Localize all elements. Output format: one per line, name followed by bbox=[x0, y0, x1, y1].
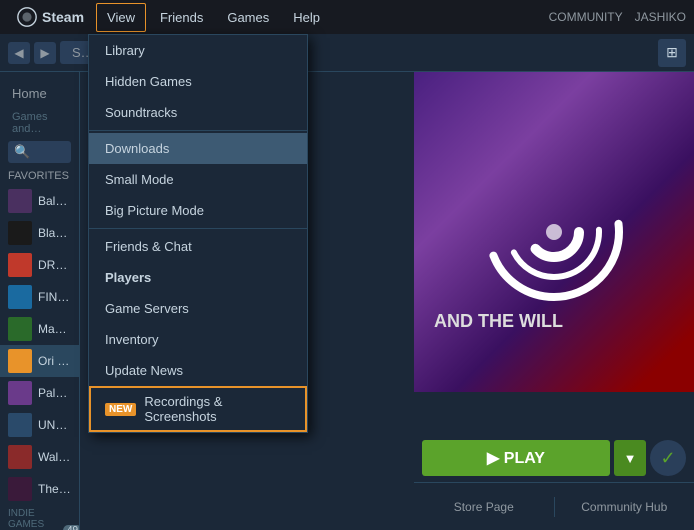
play-area: ▶ PLAY ▼ ✓ bbox=[414, 434, 694, 482]
nav-arrows: ◀ ▶ bbox=[8, 42, 56, 64]
sidebar-item-drag[interactable]: DRAG… bbox=[0, 249, 79, 281]
menu-divider-1 bbox=[89, 130, 307, 131]
community-hub-link[interactable]: Community Hub bbox=[555, 494, 694, 520]
menu-library[interactable]: Library bbox=[89, 35, 307, 66]
indie-count-badge: 49 bbox=[63, 525, 80, 530]
sidebar-category-favorites: FAVORITES bbox=[0, 167, 79, 185]
sidebar-item-label: Palw… bbox=[38, 386, 71, 400]
menu-recordings-screenshots[interactable]: NEW Recordings & Screenshots bbox=[89, 386, 307, 432]
menu-inventory[interactable]: Inventory bbox=[89, 324, 307, 355]
menu-update-news[interactable]: Update News bbox=[89, 355, 307, 386]
username-link[interactable]: JASHIKO bbox=[635, 10, 686, 24]
nav-games[interactable]: Games bbox=[217, 4, 279, 31]
menu-soundtracks[interactable]: Soundtracks bbox=[89, 97, 307, 128]
back-button[interactable]: ◀ bbox=[8, 42, 30, 64]
sidebar-item-label: Ori a… bbox=[38, 354, 71, 368]
sidebar-search-box[interactable]: 🔍 bbox=[8, 141, 71, 163]
sidebar-item-icon bbox=[8, 413, 32, 437]
sidebar-item-icon bbox=[8, 285, 32, 309]
sidebar-item-label: FINAL… bbox=[38, 290, 71, 304]
steam-label: Steam bbox=[42, 9, 84, 25]
sidebar-item-black[interactable]: Black… bbox=[0, 217, 79, 249]
store-page-link[interactable]: Store Page bbox=[414, 494, 554, 520]
sidebar-item-palw[interactable]: Palw… bbox=[0, 377, 79, 409]
sidebar-item-label: DRAG… bbox=[38, 258, 71, 272]
sidebar-item-ori[interactable]: Ori a… bbox=[0, 345, 79, 377]
indie-section: INDIE GAMES (LAPTOP SUITABLE) 49 bbox=[0, 505, 79, 530]
sidebar-item-label: Manc… bbox=[38, 322, 71, 336]
sidebar-item-unc[interactable]: UNC… bbox=[0, 409, 79, 441]
sidebar-item-label: Black… bbox=[38, 226, 71, 240]
hero-overlay bbox=[414, 72, 694, 392]
sidebar-item-manc[interactable]: Manc… bbox=[0, 313, 79, 345]
menu-friends-chat[interactable]: Friends & Chat bbox=[89, 231, 307, 262]
sidebar: Home Games and… 🔍 FAVORITES Baldu… Black… bbox=[0, 72, 80, 530]
play-button[interactable]: ▶ PLAY bbox=[422, 440, 610, 476]
steam-logo[interactable]: Steam bbox=[8, 2, 92, 32]
sidebar-item-label: The Witcher 3: Wild Hunt bbox=[38, 482, 71, 496]
nav-help[interactable]: Help bbox=[283, 4, 330, 31]
community-link[interactable]: COMMUNITY bbox=[549, 10, 623, 24]
menu-downloads[interactable]: Downloads bbox=[89, 133, 307, 164]
sidebar-item-wall[interactable]: Wallpaper Engine bbox=[0, 441, 79, 473]
nav-right-icons: ⊞ bbox=[658, 39, 686, 67]
sidebar-item-icon bbox=[8, 445, 32, 469]
sidebar-item-label: UNC… bbox=[38, 418, 71, 432]
sidebar-item-label: Baldu… bbox=[38, 194, 71, 208]
menu-big-picture[interactable]: Big Picture Mode bbox=[89, 195, 307, 226]
nav-view[interactable]: View bbox=[96, 3, 146, 32]
sidebar-item-baldu[interactable]: Baldu… bbox=[0, 185, 79, 217]
menu-hidden-games[interactable]: Hidden Games bbox=[89, 66, 307, 97]
sidebar-item-icon bbox=[8, 221, 32, 245]
search-icon: 🔍 bbox=[14, 144, 30, 160]
forward-button[interactable]: ▶ bbox=[34, 42, 56, 64]
menu-game-servers[interactable]: Game Servers bbox=[89, 293, 307, 324]
top-bar: Steam View Friends Games Help COMMUNITY … bbox=[0, 0, 694, 34]
sidebar-item-icon bbox=[8, 317, 32, 341]
sidebar-item-final[interactable]: FINAL… bbox=[0, 281, 79, 313]
sidebar-item-witch[interactable]: The Witcher 3: Wild Hunt bbox=[0, 473, 79, 505]
menu-divider-2 bbox=[89, 228, 307, 229]
sidebar-item-icon bbox=[8, 477, 32, 501]
menu-players[interactable]: Players bbox=[89, 262, 307, 293]
hero-area: AND THE WILL bbox=[414, 72, 694, 392]
play-check-button[interactable]: ✓ bbox=[650, 440, 686, 476]
sidebar-item-icon bbox=[8, 189, 32, 213]
grid-view-icon[interactable]: ⊞ bbox=[658, 39, 686, 67]
nav-friends[interactable]: Friends bbox=[150, 4, 213, 31]
sidebar-item-icon bbox=[8, 381, 32, 405]
sidebar-item-label: Wallpaper Engine bbox=[38, 450, 71, 464]
new-badge: NEW bbox=[105, 403, 136, 416]
new-item-label: Recordings & Screenshots bbox=[144, 394, 291, 424]
bottom-links: Store Page Community Hub bbox=[414, 482, 694, 530]
menu-small-mode[interactable]: Small Mode bbox=[89, 164, 307, 195]
sidebar-home[interactable]: Home bbox=[0, 80, 79, 107]
play-dropdown-button[interactable]: ▼ bbox=[614, 440, 646, 476]
hero-subtitle: AND THE WILL bbox=[434, 311, 563, 332]
sidebar-games-section: Games and… bbox=[0, 107, 79, 137]
sidebar-item-icon bbox=[8, 349, 32, 373]
sidebar-item-icon bbox=[8, 253, 32, 277]
hero-swirl bbox=[484, 162, 624, 302]
view-dropdown-menu: Library Hidden Games Soundtracks Downloa… bbox=[88, 34, 308, 433]
